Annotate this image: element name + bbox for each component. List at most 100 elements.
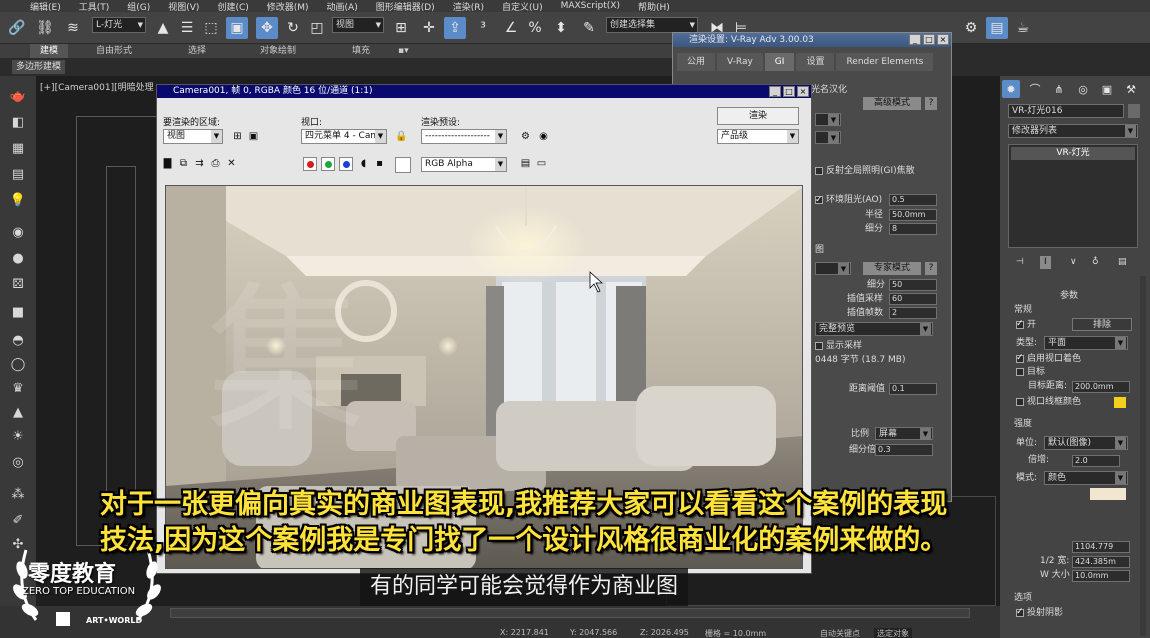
target-distance-spinner[interactable]: 200.0mm bbox=[1072, 381, 1130, 393]
select-by-name-icon[interactable]: ☰ bbox=[176, 17, 198, 39]
target-checkbox[interactable]: 目标 bbox=[1016, 366, 1045, 379]
cast-shadows-checkbox[interactable]: 投射阴影 bbox=[1016, 606, 1063, 620]
rect-selection-icon[interactable]: ⬚ bbox=[200, 17, 222, 39]
checkbox[interactable] bbox=[815, 341, 823, 350]
cone-icon[interactable]: ▲ bbox=[8, 402, 28, 422]
viewport-label[interactable]: [+][Camera001][明暗处理 bbox=[40, 80, 154, 93]
checkbox[interactable] bbox=[1016, 352, 1024, 365]
subdivs2-spinner[interactable]: 50 bbox=[889, 279, 937, 291]
minimize-button[interactable]: _ bbox=[909, 34, 921, 45]
half-length-spinner[interactable]: 1104.779 bbox=[1072, 541, 1130, 553]
unlink-icon[interactable]: ⛓ bbox=[34, 17, 56, 39]
create-tab-icon[interactable]: ✹ bbox=[1002, 80, 1020, 98]
preset-dropdown[interactable] bbox=[815, 262, 851, 275]
scale-dropdown[interactable]: 屏幕 bbox=[875, 427, 933, 440]
reflective-caustics-checkbox[interactable]: 反射全局照明(GI)焦散 bbox=[815, 164, 915, 178]
coord-x[interactable]: X: 2217.841 bbox=[500, 628, 549, 637]
checkbox[interactable] bbox=[815, 166, 823, 175]
help-button[interactable]: ? bbox=[925, 97, 937, 110]
tab-selection[interactable]: 选择 bbox=[188, 44, 206, 58]
half-width-spinner[interactable]: 424.385m bbox=[1072, 556, 1130, 568]
coord-y[interactable]: Y: 2047.566 bbox=[570, 628, 617, 637]
menu-edit[interactable]: 编辑(E) bbox=[30, 0, 61, 13]
window-crossing-icon[interactable]: ▣ bbox=[226, 17, 248, 39]
hierarchy-tab-icon[interactable]: ⋔ bbox=[1050, 80, 1068, 98]
reference-coord-dropdown[interactable]: 视图 bbox=[332, 17, 384, 33]
preset-dropdown[interactable]: -------------------- bbox=[421, 129, 507, 144]
menu-maxscript[interactable]: MAXScript(X) bbox=[561, 1, 620, 11]
subtab-polygon-modeling[interactable]: 多边形建模 bbox=[12, 60, 66, 74]
interp-samples-spinner[interactable]: 60 bbox=[889, 293, 937, 305]
frame-window-title-bar[interactable]: Camera001, 帧 0, RGBA 颜色 16 位/通道 (1:1) _ … bbox=[157, 85, 811, 98]
pin-stack-icon[interactable]: ⊣ bbox=[1016, 256, 1024, 269]
subdivs-spinner[interactable]: 8 bbox=[889, 223, 937, 235]
clear-icon[interactable]: ✕ bbox=[225, 157, 238, 170]
on-checkbox[interactable]: 开 bbox=[1016, 318, 1036, 332]
rendered-frame-window-icon[interactable]: ▤ bbox=[986, 17, 1008, 39]
material-icon[interactable]: ◧ bbox=[8, 112, 28, 132]
environment-icon[interactable]: ◉ bbox=[537, 130, 550, 143]
channel-dropdown[interactable]: RGB Alpha bbox=[421, 157, 507, 172]
w-size-spinner[interactable]: 10.0mm bbox=[1072, 570, 1130, 582]
menu-create[interactable]: 创建(C) bbox=[217, 0, 248, 13]
secondary-engine-dropdown[interactable] bbox=[815, 131, 841, 144]
dice-icon[interactable]: ⚄ bbox=[8, 274, 28, 294]
link-icon[interactable]: 🔗 bbox=[6, 17, 28, 39]
tab-render-elements[interactable]: Render Elements bbox=[836, 53, 934, 71]
select-rotate-icon[interactable]: ↻ bbox=[282, 17, 304, 39]
modifier-list-dropdown[interactable]: 修改器列表 bbox=[1008, 124, 1138, 138]
exclude-button[interactable]: 排除 bbox=[1072, 318, 1132, 331]
key-filter-dropdown[interactable]: 选定对象 bbox=[874, 628, 912, 638]
tab-vray[interactable]: V-Ray bbox=[717, 53, 763, 71]
modifier-stack[interactable]: VR-灯光 bbox=[1008, 144, 1138, 248]
red-channel-toggle[interactable] bbox=[303, 157, 317, 171]
menu-animation[interactable]: 动画(A) bbox=[327, 0, 358, 13]
sun-icon[interactable]: ☀ bbox=[8, 426, 28, 446]
render-production-icon[interactable]: ☕ bbox=[1012, 17, 1034, 39]
save-image-icon[interactable]: ▇ bbox=[161, 157, 174, 170]
coord-z[interactable]: Z: 2026.495 bbox=[640, 628, 689, 637]
object-name-field[interactable]: VR-灯光016 bbox=[1008, 104, 1124, 118]
show-samples-checkbox[interactable]: 显示采样 bbox=[815, 339, 862, 353]
tab-freeform[interactable]: 自由形式 bbox=[96, 44, 132, 58]
calc-icon[interactable]: ▦ bbox=[8, 138, 28, 158]
menu-views[interactable]: 视图(V) bbox=[168, 0, 199, 13]
modify-tab-icon[interactable]: ⌒ bbox=[1026, 80, 1044, 98]
checkbox[interactable] bbox=[1016, 397, 1024, 406]
channel-display-icon[interactable]: ▤ bbox=[519, 157, 532, 170]
checkbox[interactable] bbox=[1016, 606, 1024, 619]
time-slider[interactable] bbox=[170, 608, 970, 618]
menu-tools[interactable]: 工具(T) bbox=[79, 0, 110, 13]
tab-gi[interactable]: GI bbox=[764, 53, 795, 71]
spinner-snap-icon[interactable]: ⬍ bbox=[550, 17, 572, 39]
selection-filter-dropdown[interactable]: L-灯光 bbox=[92, 17, 146, 33]
toggle-ui-icon[interactable]: ▭ bbox=[535, 157, 548, 170]
viewport-dropdown[interactable]: 四元菜单 4 - Cam bbox=[301, 129, 387, 144]
doc-icon[interactable]: ▤ bbox=[8, 164, 28, 184]
maximize-button[interactable]: □ bbox=[783, 86, 795, 97]
teapot-icon[interactable]: 🫖 bbox=[8, 86, 28, 106]
preview-mode-dropdown[interactable]: 完整预览 bbox=[815, 322, 933, 336]
snap-toggle-icon[interactable]: ³ bbox=[472, 17, 494, 39]
motion-tab-icon[interactable]: ◎ bbox=[1074, 80, 1092, 98]
multiplier-spinner[interactable]: 2.0 bbox=[1072, 455, 1120, 467]
menu-help[interactable]: 帮助(H) bbox=[638, 0, 670, 13]
area-dropdown[interactable]: 视图 bbox=[163, 129, 223, 144]
tab-common[interactable]: 公用 bbox=[677, 53, 716, 71]
wire-color-swatch[interactable] bbox=[1114, 397, 1126, 408]
ambient-occlusion-checkbox[interactable]: 环境阻光(AO) bbox=[815, 193, 882, 207]
maximize-button[interactable]: □ bbox=[923, 34, 935, 45]
units-dropdown[interactable]: 默认(图像) bbox=[1044, 436, 1128, 450]
copy-image-icon[interactable]: ⇉ bbox=[193, 157, 206, 170]
object-color-swatch[interactable] bbox=[1128, 104, 1140, 118]
utilities-tab-icon[interactable]: ⚒ bbox=[1122, 80, 1140, 98]
checkbox[interactable] bbox=[815, 193, 823, 207]
ao-amount-spinner[interactable]: 0.5 bbox=[889, 194, 937, 206]
edit-region-icon[interactable]: ⊞ bbox=[231, 130, 244, 143]
menu-rendering[interactable]: 渲染(R) bbox=[453, 0, 484, 13]
bulb-icon[interactable]: 💡 bbox=[8, 190, 28, 210]
viewport-shading-checkbox[interactable]: 启用视口着色 bbox=[1016, 352, 1081, 366]
render-setup-icon[interactable]: ⚙ bbox=[960, 17, 982, 39]
help-button-2[interactable]: ? bbox=[925, 262, 937, 275]
mode-dropdown[interactable]: 颜色 bbox=[1044, 471, 1128, 485]
